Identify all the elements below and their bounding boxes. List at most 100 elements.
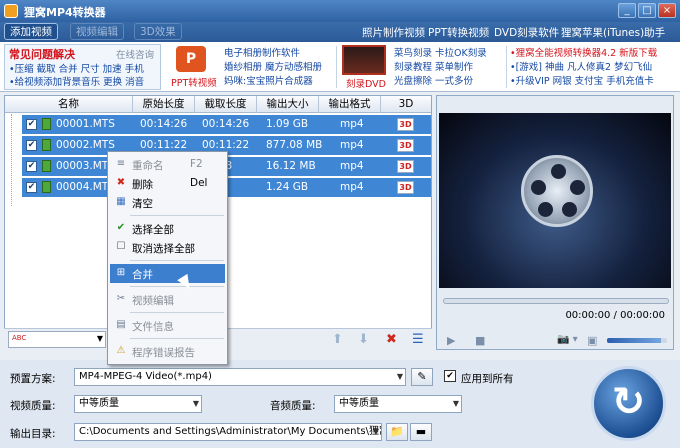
cell-output-format: mp4 (340, 118, 364, 130)
browse-folder-button[interactable]: 📁 (386, 423, 408, 441)
delete-button[interactable]: ✖ (386, 332, 397, 347)
context-menu-item[interactable]: ☐ 取消选择全部 (110, 238, 225, 257)
play-button[interactable]: ▶ (447, 334, 455, 347)
cell-output-format: mp4 (340, 181, 364, 193)
menu-item-label: 清空 (132, 198, 153, 210)
banner-link[interactable]: •狸窝全能视频转换器4.2 新版下载 (510, 45, 657, 59)
row-checkbox[interactable]: ✔ (26, 182, 37, 193)
video-file-icon (42, 139, 51, 151)
context-menu-item[interactable]: ▤ 文件信息 (110, 316, 225, 335)
banner-link[interactable]: 菜鸟刻录 卡拉OK刻录 (394, 45, 487, 59)
menu-item-shortcut: F2 (190, 158, 203, 170)
cell-output-size: 1.09 GB (266, 118, 309, 130)
context-menu-item[interactable]: ✂ 视频编辑 (110, 290, 225, 309)
video-file-icon (42, 118, 51, 130)
context-menu-item[interactable]: ⊞ 合并 (110, 264, 225, 283)
faq-box: 常见问题解决 在线咨询 •压缩 截取 合并 尺寸 加速 手机 •给视频添加背景音… (4, 44, 161, 90)
output-dir-label: 输出目录: (10, 428, 56, 440)
film-reel-image (521, 155, 593, 227)
3d-settings-icon[interactable]: 3D (397, 139, 414, 152)
stop-button[interactable]: ■ (475, 334, 485, 347)
cell-name: 00001.MTS (56, 118, 115, 130)
open-output-button[interactable]: ▬ (410, 423, 432, 441)
menu-item-label: 删除 (132, 179, 153, 191)
link-dvd-burner[interactable]: DVD刻录软件 (494, 25, 559, 40)
tab-video-edit[interactable]: 视频编辑 (70, 23, 124, 40)
link-photo-video[interactable]: 照片制作视频 (362, 25, 425, 40)
move-down-button[interactable]: ⬇ (358, 332, 369, 347)
audio-quality-dropdown[interactable]: 中等质量 ▼ (334, 395, 462, 413)
row-checkbox[interactable]: ✔ (26, 119, 37, 130)
menu-item-label: 文件信息 (132, 321, 174, 333)
apply-all-checkbox[interactable]: ✔ (444, 370, 456, 382)
seek-slider[interactable] (443, 298, 669, 304)
list-header: 名称 原始长度 截取长度 输出大小 输出格式 3D (5, 96, 431, 113)
menu-bar: 添加视频 视频编辑 3D效果 照片制作视频 PPT转换视频 DVD刻录软件 狸窝… (0, 22, 680, 42)
banner-link[interactable]: 妈咪:宝宝照片合成器 (224, 73, 313, 87)
col-name[interactable]: 名称 (5, 96, 133, 113)
chevron-down-icon: ▼ (96, 334, 103, 343)
ppt-caption[interactable]: PPT转视频 (171, 75, 217, 89)
maximize-button[interactable]: □ (638, 3, 656, 18)
title-bar: 狸窝MP4转换器 _ □ × (0, 0, 680, 22)
menu-separator (130, 312, 224, 313)
move-up-button[interactable]: ⬆ (332, 332, 343, 347)
dvd-promo-image[interactable] (342, 45, 386, 75)
cell-output-size: 877.08 MB (266, 139, 323, 151)
snapshot-button[interactable]: 📷 ▾ (557, 334, 578, 345)
3d-settings-icon[interactable]: 3D (397, 181, 414, 194)
banner-link[interactable]: 刻录教程 菜单制作 (394, 59, 473, 73)
cell-orig-length: 00:14:26 (140, 118, 188, 130)
context-menu-item[interactable]: ✔ 选择全部 (110, 219, 225, 238)
subtitle-icon: ABC (12, 334, 27, 342)
preset-settings-button[interactable]: ✎ (411, 368, 433, 386)
row-checkbox[interactable]: ✔ (26, 161, 37, 172)
col-3d[interactable]: 3D (381, 96, 431, 113)
context-menu-item[interactable]: ▦ 清空 (110, 193, 225, 212)
open-folder-button[interactable]: ▣ (587, 334, 597, 347)
banner-link[interactable]: 婚纱相册 魔方动感相册 (224, 59, 322, 73)
table-row[interactable]: ✔ 00001.MTS 00:14:26 00:14:26 1.09 GB mp4 3D (22, 115, 431, 134)
volume-slider[interactable] (607, 338, 667, 343)
convert-button[interactable]: ↻ (591, 366, 666, 441)
video-quality-dropdown[interactable]: 中等质量 ▼ (74, 395, 202, 413)
subtitle-dropdown[interactable]: ABC ▼ (8, 331, 106, 348)
tab-3d-effect[interactable]: 3D效果 (134, 23, 182, 40)
output-path-input[interactable]: C:\Documents and Settings\Administrator\… (74, 423, 382, 441)
faq-link-line1[interactable]: •压缩 截取 合并 尺寸 加速 手机 (9, 61, 144, 75)
faq-link-line2[interactable]: •给视频添加背景音乐 更换 消音 (9, 74, 144, 88)
audio-quality-label: 音频质量: (270, 400, 316, 412)
close-button[interactable]: × (658, 3, 676, 18)
context-menu-item[interactable]: ⚠ 程序错误报告 (110, 342, 225, 361)
context-menu-item[interactable]: ≡ 重命名 F2 (110, 155, 225, 174)
preset-dropdown[interactable]: MP4-MPEG-4 Video(*.mp4) ▼ (74, 368, 406, 386)
menu-item-shortcut: Del (190, 177, 208, 189)
3d-settings-icon[interactable]: 3D (397, 160, 414, 173)
col-output-format[interactable]: 输出格式 (319, 96, 381, 113)
banner-link[interactable]: 光盘擦除 一式多份 (394, 73, 473, 87)
divider (336, 46, 337, 88)
menu-separator (130, 286, 224, 287)
menu-separator (130, 338, 224, 339)
tab-add-video[interactable]: 添加视频 (4, 23, 58, 40)
minimize-button[interactable]: _ (618, 3, 636, 18)
banner-link[interactable]: •升级VIP 网银 支付宝 手机充值卡 (510, 73, 654, 87)
context-menu-item[interactable]: ✖ 删除 Del (110, 174, 225, 193)
main-window: 狸窝MP4转换器 _ □ × 添加视频 视频编辑 3D效果 照片制作视频 PPT… (0, 0, 680, 448)
col-orig-length[interactable]: 原始长度 (133, 96, 195, 113)
col-cut-length[interactable]: 截取长度 (195, 96, 257, 113)
cell-orig-length: 00:11:22 (140, 139, 188, 151)
dvd-caption[interactable]: 刻录DVD (346, 76, 386, 90)
online-consult-link[interactable]: 在线咨询 (116, 47, 154, 61)
banner-link[interactable]: 电子相册制作软件 (224, 45, 300, 59)
3d-settings-icon[interactable]: 3D (397, 118, 414, 131)
menu-item-label: 选择全部 (132, 224, 174, 236)
tree-lines (11, 114, 21, 206)
menu-separator (130, 215, 224, 216)
link-itunes-helper[interactable]: 狸窝苹果(iTunes)助手 (561, 25, 665, 40)
clear-list-button[interactable]: ☰ (412, 332, 424, 347)
link-ppt-video[interactable]: PPT转换视频 (428, 25, 489, 40)
row-checkbox[interactable]: ✔ (26, 140, 37, 151)
banner-link[interactable]: •[游戏] 神曲 凡人修真2 梦幻飞仙 (510, 59, 652, 73)
col-output-size[interactable]: 输出大小 (257, 96, 319, 113)
